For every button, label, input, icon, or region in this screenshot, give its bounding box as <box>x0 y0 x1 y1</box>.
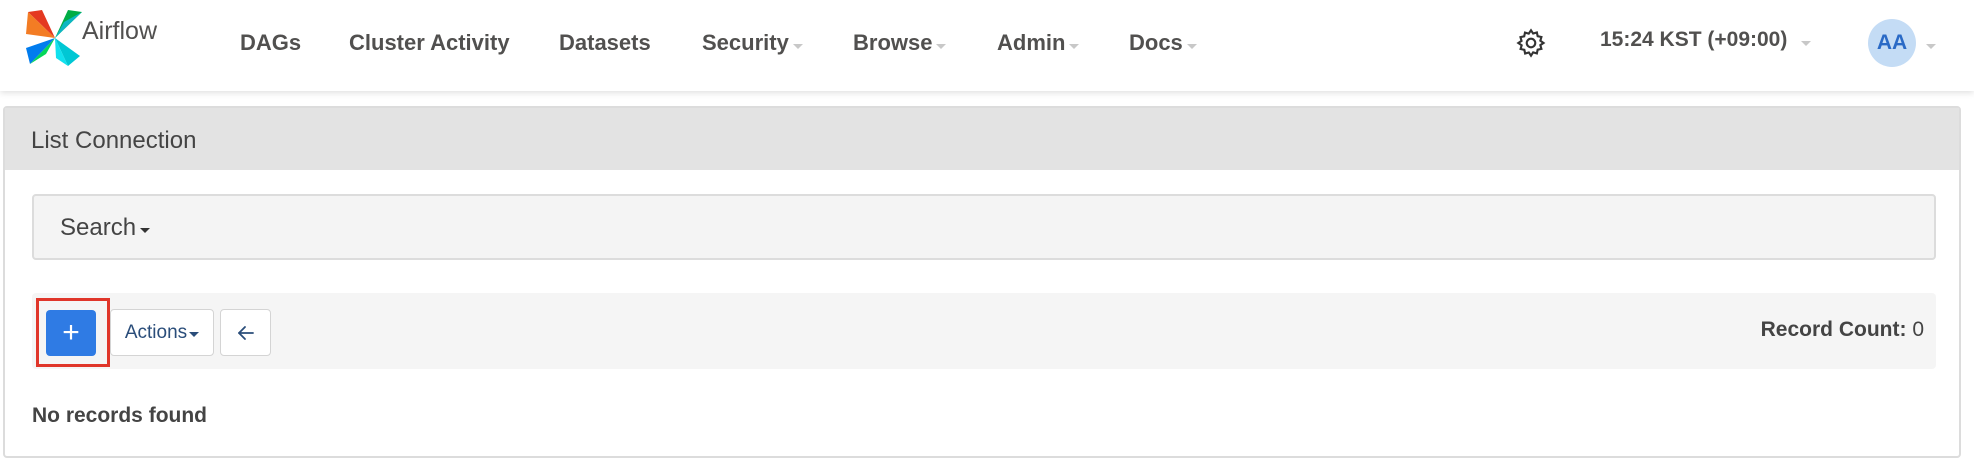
nav-datasets-label: Datasets <box>559 30 651 55</box>
top-navbar: Airflow DAGs Cluster Activity Datasets S… <box>0 0 1974 91</box>
airflow-pinwheel-icon <box>26 10 82 66</box>
chevron-down-icon <box>1186 43 1197 49</box>
back-button[interactable] <box>220 309 271 356</box>
nav-browse-label: Browse <box>853 30 933 55</box>
nav-browse[interactable]: Browse <box>853 28 947 58</box>
nav-admin-label: Admin <box>997 30 1066 55</box>
brand-name: Airflow <box>82 16 158 45</box>
chevron-down-icon <box>936 43 947 49</box>
actions-dropdown-button[interactable]: Actions <box>110 309 214 356</box>
nav-security[interactable]: Security <box>702 28 803 58</box>
brand-link[interactable]: Airflow <box>24 8 157 68</box>
arrow-left-icon <box>237 325 254 340</box>
actions-label: Actions <box>124 321 188 343</box>
chevron-down-icon <box>1926 43 1936 49</box>
nav-admin[interactable]: Admin <box>997 28 1080 58</box>
add-record-button[interactable]: + <box>46 310 96 356</box>
page-title: List Connection <box>31 127 197 154</box>
nav-docs-label: Docs <box>1129 30 1183 55</box>
timezone-label: 15:24 KST (+09:00) <box>1600 28 1788 51</box>
timezone-dropdown[interactable]: 15:24 KST (+09:00) <box>1600 28 1812 52</box>
chevron-down-icon <box>1069 43 1080 49</box>
chevron-down-icon <box>140 227 151 233</box>
record-count: Record Count: 0 <box>1761 318 1924 342</box>
gear-icon[interactable] <box>1515 27 1547 59</box>
nav-security-label: Security <box>702 30 789 55</box>
list-panel: List Connection Search + Actions Record … <box>3 106 1961 458</box>
nav-cluster-activity-label: Cluster Activity <box>349 30 510 55</box>
chevron-down-icon <box>189 331 200 337</box>
user-menu[interactable]: AA <box>1868 19 1936 67</box>
empty-message: No records found <box>32 404 208 427</box>
nav-dags-label: DAGs <box>240 30 302 55</box>
record-count-value: 0 <box>1912 318 1924 341</box>
list-toolbar: + Actions Record Count: 0 <box>32 293 1936 369</box>
nav-dags[interactable]: DAGs <box>240 28 301 58</box>
search-toggle[interactable]: Search <box>60 214 151 242</box>
chevron-down-icon <box>1801 40 1812 46</box>
record-count-label: Record Count: <box>1760 318 1907 341</box>
panel-heading: List Connection <box>5 108 1959 170</box>
nav-docs[interactable]: Docs <box>1129 28 1197 58</box>
search-label: Search <box>60 214 137 241</box>
search-panel: Search <box>32 194 1936 260</box>
avatar: AA <box>1868 19 1916 67</box>
nav-cluster-activity[interactable]: Cluster Activity <box>349 28 510 58</box>
nav-datasets[interactable]: Datasets <box>559 28 651 58</box>
chevron-down-icon <box>792 43 803 49</box>
